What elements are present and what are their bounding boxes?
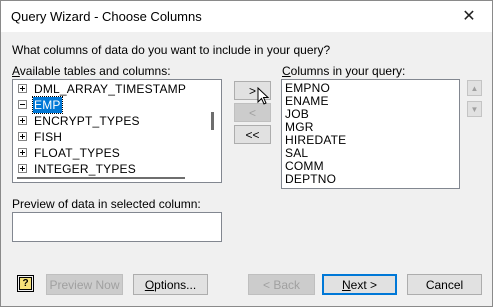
list-item[interactable]: DEPTNO — [285, 173, 336, 186]
move-down-button[interactable]: ▼ — [467, 101, 482, 117]
arrow-down-icon: ▼ — [470, 104, 479, 114]
tree-item[interactable]: ENCRYPT_TYPES — [13, 113, 207, 129]
columns-label: Columns in your query: — [282, 64, 406, 78]
horizontal-scroll-thumb[interactable] — [17, 177, 185, 179]
arrow-up-icon: ▲ — [470, 83, 479, 93]
tree-item-label: FLOAT_TYPES — [34, 146, 121, 160]
tree-item[interactable]: FLOAT_TYPES — [13, 145, 207, 161]
tree-item-label: ENCRYPT_TYPES — [34, 114, 140, 128]
tree-item[interactable]: DML_ARRAY_TIMESTAMP — [13, 81, 207, 97]
available-tree[interactable]: DML_ARRAY_TIMESTAMP EMP ENCRYPT_TYPES FISH F… — [12, 79, 222, 183]
vertical-scrollbar[interactable] — [207, 80, 220, 168]
expand-icon[interactable] — [18, 116, 27, 125]
tree-item[interactable]: EMP — [13, 96, 207, 114]
tree-item-label: EMP — [32, 96, 63, 114]
preview-label: Preview of data in selected column: — [12, 197, 201, 211]
remove-all-columns-button[interactable]: << — [234, 125, 271, 144]
help-icon: ? — [19, 277, 32, 290]
vertical-scroll-thumb[interactable] — [211, 112, 214, 130]
tree-item[interactable]: FISH — [13, 129, 207, 145]
horizontal-scrollbar[interactable] — [13, 168, 207, 181]
query-columns-list[interactable]: EMPNO ENAME JOB MGR HIREDATE SAL COMM DEPTNO — [281, 79, 460, 189]
options-button[interactable]: Options... — [133, 274, 208, 295]
preview-now-button[interactable]: Preview Now — [46, 274, 123, 295]
tree-item-label: DML_ARRAY_TIMESTAMP — [34, 82, 187, 96]
query-wizard-dialog: Query Wizard - Choose Columns ✕ What col… — [0, 0, 493, 307]
expand-icon[interactable] — [18, 148, 27, 157]
close-icon[interactable]: ✕ — [448, 2, 490, 30]
cancel-button[interactable]: Cancel — [407, 274, 482, 295]
title-bar: Query Wizard - Choose Columns ✕ — [1, 1, 492, 32]
prompt-text: What columns of data do you want to incl… — [12, 43, 331, 57]
back-button[interactable]: < Back — [248, 274, 315, 295]
move-up-button[interactable]: ▲ — [467, 80, 482, 96]
expand-icon[interactable] — [18, 84, 27, 93]
expand-icon[interactable] — [18, 132, 27, 141]
mouse-cursor-icon — [257, 87, 270, 105]
preview-box[interactable] — [12, 212, 222, 242]
next-button[interactable]: Next > — [322, 274, 397, 295]
window-title: Query Wizard - Choose Columns — [11, 9, 202, 24]
help-button[interactable]: ? — [17, 275, 34, 292]
collapse-icon[interactable] — [18, 100, 27, 109]
tree-item-label: FISH — [34, 130, 63, 144]
available-label: Available tables and columns: — [12, 64, 171, 78]
